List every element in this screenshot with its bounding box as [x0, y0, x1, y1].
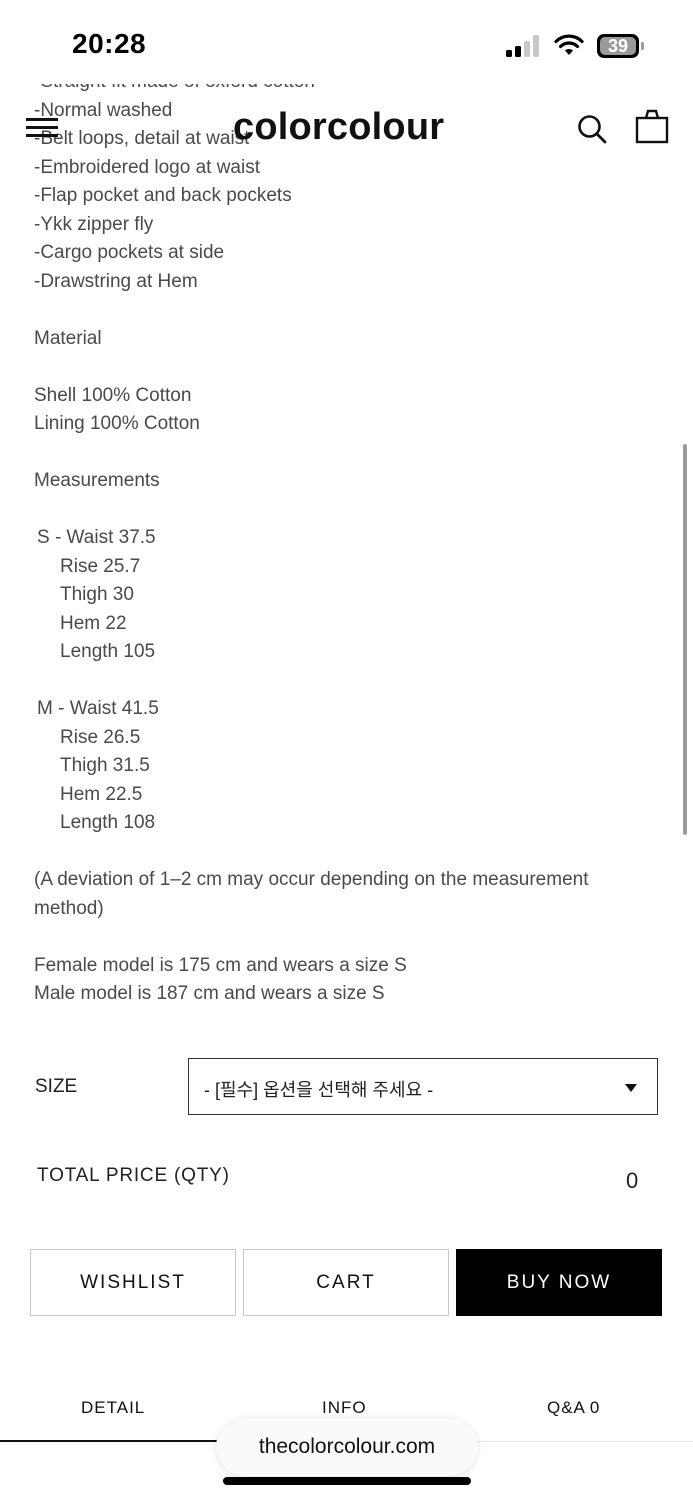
search-icon[interactable] [577, 114, 607, 144]
hamburger-menu-icon[interactable] [26, 116, 58, 140]
active-tab-indicator [0, 1440, 222, 1442]
size-s-hem: Hem 22 [60, 612, 127, 634]
status-time: 20:28 [72, 28, 147, 59]
product-description: -Straight fit made of oxford cotton -Nor… [34, 68, 654, 1009]
home-indicator[interactable] [223, 1477, 471, 1485]
size-s-length: Length 105 [60, 641, 156, 662]
scrollbar[interactable] [683, 444, 687, 835]
size-m-rise: Rise 26.5 [60, 726, 141, 748]
site-logo[interactable]: colorcolour [233, 106, 444, 149]
buy-now-button[interactable]: BUY NOW [456, 1249, 662, 1316]
size-s-waist: S - Waist 37.5 [37, 527, 156, 548]
size-m-hem: Hem 22.5 [60, 783, 143, 805]
size-m-waist: M - Waist 41.5 [37, 698, 159, 719]
model-info-line: Female model is 175 cm and wears a size … [34, 954, 407, 976]
model-info-line: Male model is 187 cm and wears a size S [34, 983, 385, 1004]
tab-info[interactable]: INFO [322, 1398, 367, 1418]
cart-button[interactable]: CART [243, 1249, 449, 1316]
material-line: Lining 100% Cotton [34, 413, 200, 434]
battery-level: 39 [607, 36, 629, 56]
tab-qa-count: 0 [589, 1398, 601, 1417]
size-label: SIZE [35, 1076, 78, 1097]
material-title: Material [34, 327, 102, 349]
feature-line: -Flap pocket and back pockets [34, 185, 292, 206]
feature-line: -Ykk zipper fly [34, 213, 154, 235]
cellular-signal-icon [506, 35, 542, 57]
size-s-rise: Rise 25.7 [60, 555, 141, 577]
caret-down-icon [625, 1084, 637, 1092]
size-m-length: Length 108 [60, 812, 156, 833]
tab-qa[interactable]: Q&A 0 [547, 1398, 600, 1418]
deviation-note: (A deviation of 1–2 cm may occur dependi… [34, 869, 589, 919]
battery-icon: 39 [597, 34, 644, 58]
measurements-title: Measurements [34, 470, 160, 491]
size-m-thigh: Thigh 31.5 [60, 755, 150, 776]
total-price-label: TOTAL PRICE (QTY) [37, 1165, 230, 1186]
wishlist-button[interactable]: WISHLIST [30, 1249, 236, 1316]
material-line: Shell 100% Cotton [34, 384, 192, 406]
total-price-value: 0 [626, 1168, 639, 1193]
tab-qa-label: Q&A [547, 1398, 586, 1417]
shopping-bag-icon[interactable] [634, 108, 670, 144]
browser-url-bar[interactable]: thecolorcolour.com [216, 1418, 478, 1476]
feature-line: -Drawstring at Hem [34, 270, 198, 292]
tab-detail[interactable]: DETAIL [81, 1398, 145, 1418]
size-select[interactable]: - [필수] 옵션을 선택해 주세요 - [188, 1058, 658, 1115]
status-bar: 20:28 39 [0, 0, 693, 84]
browser-url: thecolorcolour.com [258, 1435, 436, 1458]
feature-line: -Cargo pockets at side [34, 242, 225, 263]
size-select-value: - [필수] 옵션을 선택해 주세요 - [204, 1080, 434, 1100]
wifi-icon [554, 34, 584, 55]
size-s-thigh: Thigh 30 [60, 584, 134, 605]
feature-line: -Embroidered logo at waist [34, 156, 260, 178]
